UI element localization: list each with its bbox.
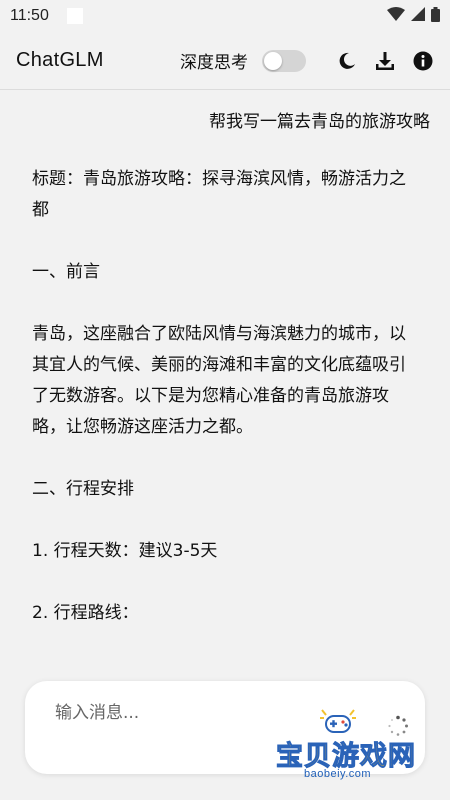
info-icon[interactable] [412, 50, 434, 72]
deep-thinking-label: 深度思考 [180, 53, 248, 73]
deep-thinking-toggle[interactable] [262, 49, 306, 72]
download-icon[interactable] [374, 50, 396, 72]
reply-paragraph: 青岛，这座融合了欧陆风情与海滨魅力的城市，以其宜人的气候、美丽的海滩和丰富的文化… [32, 324, 406, 437]
moon-icon[interactable] [336, 50, 358, 72]
battery-icon [431, 6, 440, 26]
cellular-signal-icon [411, 7, 425, 25]
message-input[interactable] [55, 703, 305, 723]
watermark-url: baobeiy.com [304, 768, 372, 780]
app-header: ChatGLM 深度思考 [0, 32, 450, 90]
reply-paragraph: 二、行程安排 [32, 479, 134, 499]
reply-paragraph: 标题：青岛旅游攻略：探寻海滨风情，畅游活力之都 [32, 169, 406, 220]
reply-paragraph: 1. 行程天数：建议3-5天 [32, 541, 218, 561]
toggle-knob [264, 51, 282, 70]
wifi-icon [387, 7, 405, 25]
user-message: 帮我写一篇去青岛的旅游攻略 [209, 112, 430, 132]
header-actions: 深度思考 [180, 48, 434, 73]
reply-paragraph: 一、前言 [32, 262, 100, 282]
status-time: 11:50 [10, 7, 49, 24]
status-bar: 11:50 [0, 0, 450, 32]
app-title: ChatGLM [16, 49, 104, 71]
chat-area[interactable]: 帮我写一篇去青岛的旅游攻略 标题：青岛旅游攻略：探寻海滨风情，畅游活力之都 一、… [0, 91, 450, 681]
status-icons [387, 6, 440, 26]
notification-icon [66, 8, 83, 24]
assistant-reply: 标题：青岛旅游攻略：探寻海滨风情，畅游活力之都 一、前言 青岛，这座融合了欧陆风… [32, 164, 418, 629]
reply-paragraph: 2. 行程路线： [32, 603, 139, 623]
